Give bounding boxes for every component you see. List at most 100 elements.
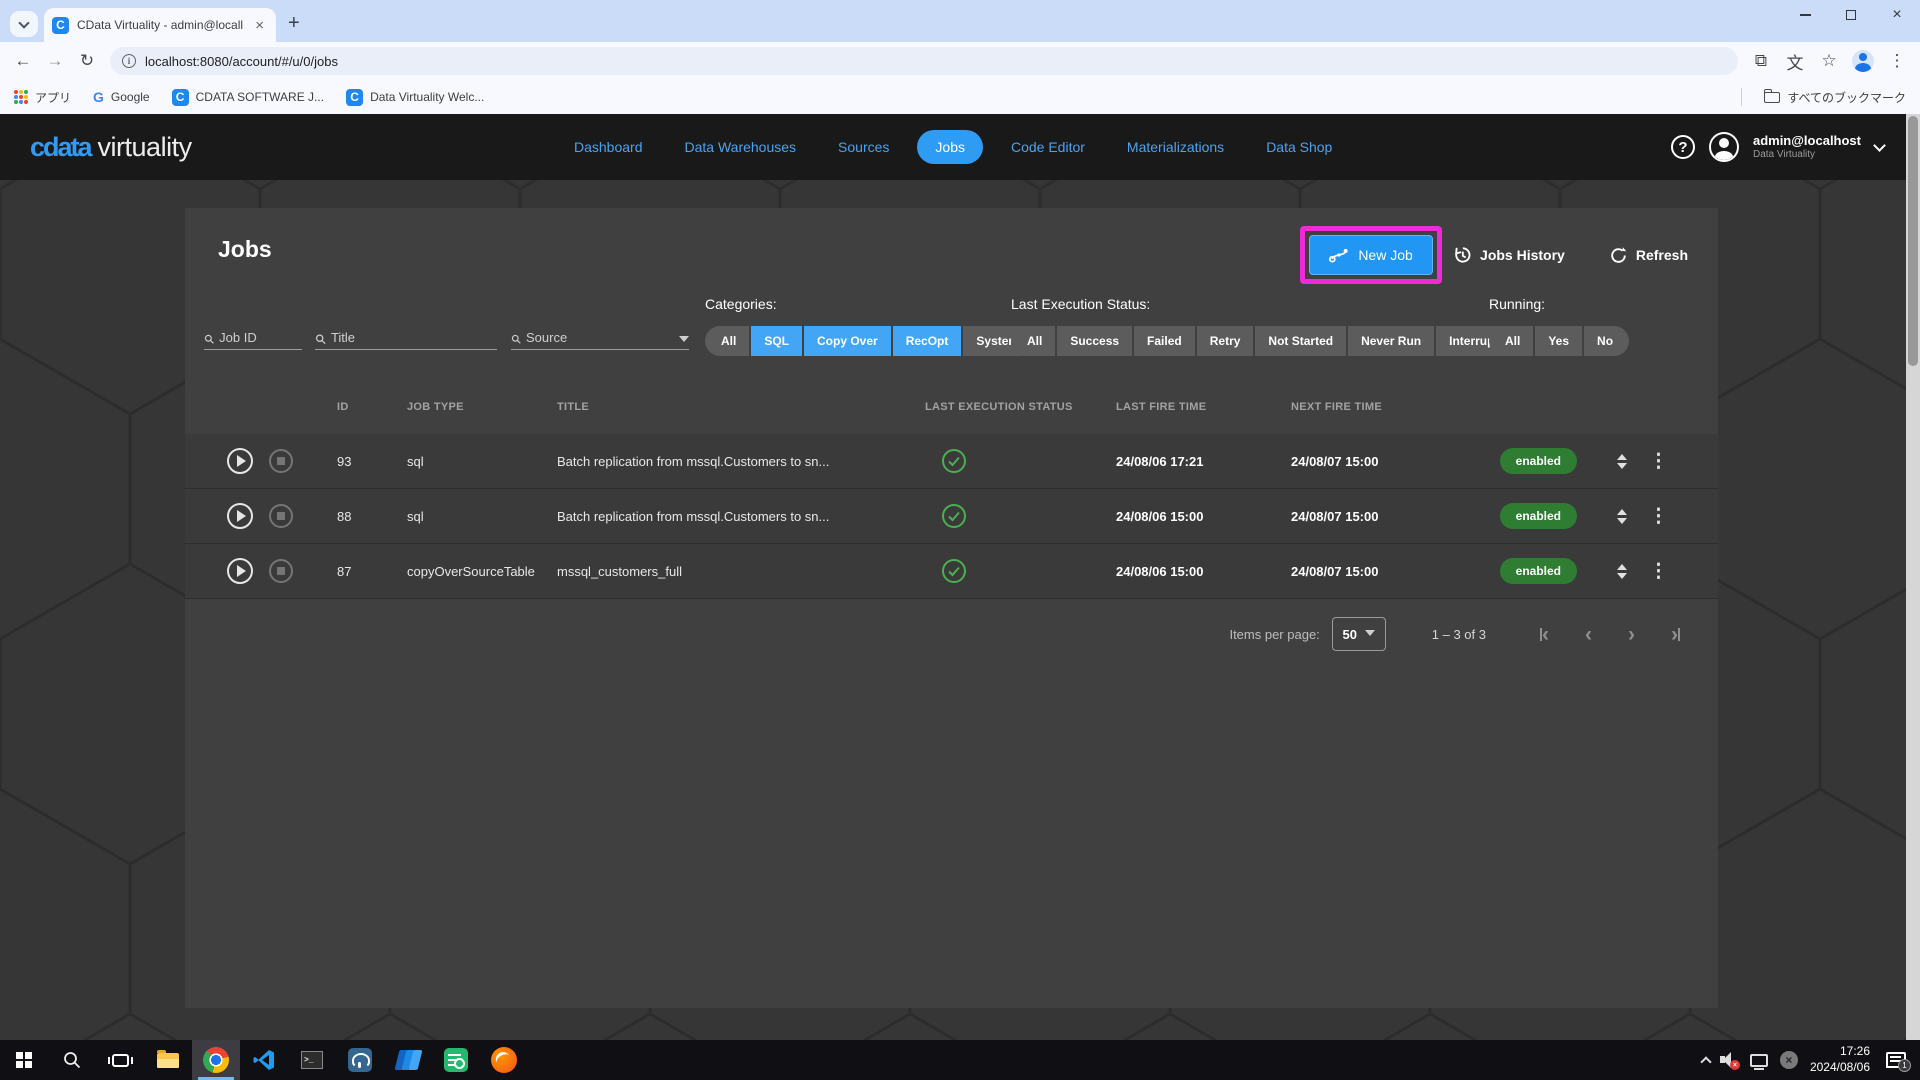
translate-icon[interactable]: 文 xyxy=(1780,46,1810,76)
row-menu-icon[interactable]: ⋮ xyxy=(1649,505,1677,528)
row-menu-icon[interactable]: ⋮ xyxy=(1649,560,1677,583)
close-window-button[interactable]: × xyxy=(1874,0,1920,30)
maximize-button[interactable] xyxy=(1828,0,1874,30)
speaker-muted-icon[interactable]: × xyxy=(1720,1052,1738,1068)
chevron-down-icon[interactable] xyxy=(1873,139,1886,152)
chip-les-success[interactable]: Success xyxy=(1057,326,1132,356)
bookmark-apps[interactable]: アプリ xyxy=(14,89,71,106)
stop-button[interactable] xyxy=(269,449,293,473)
tab-close-icon[interactable]: × xyxy=(251,16,268,35)
chip-running-all[interactable]: All xyxy=(1489,326,1533,356)
profile-button[interactable] xyxy=(1848,46,1878,76)
tab-search-button[interactable] xyxy=(10,11,38,37)
chip-all[interactable]: All xyxy=(705,326,749,356)
taskbar-clock[interactable]: 17:26 2024/08/06 xyxy=(1810,1044,1870,1075)
refresh-button[interactable]: Refresh xyxy=(1609,246,1688,265)
forward-button[interactable]: → xyxy=(40,46,70,76)
chip-les-all[interactable]: All xyxy=(1011,326,1055,356)
last-page-button[interactable]: › xyxy=(1671,624,1680,645)
nav-sources[interactable]: Sources xyxy=(824,131,903,163)
enabled-badge[interactable]: enabled xyxy=(1500,448,1577,474)
address-bar[interactable]: i localhost:8080/account/#/u/0/jobs xyxy=(110,47,1738,75)
bookmark-data-virtuality[interactable]: C Data Virtuality Welc... xyxy=(346,89,484,106)
title-input[interactable] xyxy=(331,330,497,345)
jobs-history-button[interactable]: Jobs History xyxy=(1452,245,1565,265)
all-bookmarks-button[interactable]: すべてのブックマーク xyxy=(1764,89,1906,106)
items-per-page-select[interactable]: 50 xyxy=(1332,617,1386,651)
title-filter[interactable] xyxy=(315,324,497,350)
chip-les-not-started[interactable]: Not Started xyxy=(1255,326,1346,356)
browser-tab[interactable]: C CData Virtuality - admin@locall × xyxy=(44,8,276,42)
page-scrollbar[interactable] xyxy=(1906,114,1920,1040)
chip-copy-over[interactable]: Copy Over xyxy=(804,326,891,356)
play-button[interactable] xyxy=(227,448,253,474)
refresh-icon xyxy=(1609,246,1628,265)
chip-recopt[interactable]: RecOpt xyxy=(893,326,962,356)
action-center-icon[interactable]: 1 xyxy=(1886,1052,1906,1068)
task-view-button[interactable] xyxy=(96,1040,144,1080)
bookmark-cdata-software[interactable]: C CDATA SOFTWARE J... xyxy=(172,89,324,106)
user-info[interactable]: admin@localhost Data Virtuality xyxy=(1753,133,1861,162)
nav-dashboard[interactable]: Dashboard xyxy=(560,131,657,163)
browser-menu-icon[interactable]: ⋮ xyxy=(1882,46,1912,76)
first-page-button[interactable]: ‹ xyxy=(1540,624,1549,645)
taskbar-search-button[interactable] xyxy=(48,1040,96,1080)
share-icon[interactable]: ⧉ xyxy=(1746,46,1776,76)
chrome-button[interactable] xyxy=(192,1040,240,1080)
start-button[interactable] xyxy=(0,1040,48,1080)
tray-app-icon[interactable]: × xyxy=(1780,1051,1798,1069)
site-info-icon[interactable]: i xyxy=(122,54,136,68)
url-text[interactable]: localhost:8080/account/#/u/0/jobs xyxy=(145,54,338,69)
help-icon[interactable]: ? xyxy=(1671,135,1695,159)
stop-button[interactable] xyxy=(269,504,293,528)
chip-les-never-run[interactable]: Never Run xyxy=(1348,326,1434,356)
sort-unfold-icon[interactable] xyxy=(1607,454,1637,469)
chip-les-retry[interactable]: Retry xyxy=(1197,326,1254,356)
source-select[interactable] xyxy=(526,330,674,345)
reload-button[interactable]: ↻ xyxy=(72,46,102,76)
nav-jobs[interactable]: Jobs xyxy=(917,130,983,164)
bookmark-google[interactable]: G Google xyxy=(93,89,150,105)
log-viewer-button[interactable] xyxy=(432,1040,480,1080)
vscode-icon xyxy=(252,1048,276,1072)
user-avatar-icon[interactable] xyxy=(1709,132,1739,162)
table-row: 88 sql Batch replication from mssql.Cust… xyxy=(185,489,1718,544)
tray-expand-icon[interactable] xyxy=(1700,1056,1711,1067)
pgadmin-button[interactable] xyxy=(336,1040,384,1080)
sort-unfold-icon[interactable] xyxy=(1607,564,1637,579)
nav-data-shop[interactable]: Data Shop xyxy=(1252,131,1346,163)
terminal-button[interactable]: >_ xyxy=(288,1040,336,1080)
new-job-button[interactable]: New Job xyxy=(1309,235,1433,275)
bookmark-star-icon[interactable]: ☆ xyxy=(1814,46,1844,76)
job-id-filter[interactable] xyxy=(204,324,302,350)
orange-app-button[interactable] xyxy=(480,1040,528,1080)
play-button[interactable] xyxy=(227,503,253,529)
nav-code-editor[interactable]: Code Editor xyxy=(997,131,1099,163)
nav-data-warehouses[interactable]: Data Warehouses xyxy=(671,131,811,163)
job-id-input[interactable] xyxy=(219,330,302,345)
back-button[interactable]: ← xyxy=(8,46,38,76)
logo-brand: cdata xyxy=(30,132,91,162)
header-last-fire-time: LAST FIRE TIME xyxy=(1041,401,1231,413)
network-icon[interactable] xyxy=(1750,1054,1768,1067)
layers-app-button[interactable] xyxy=(384,1040,432,1080)
file-explorer-button[interactable] xyxy=(144,1040,192,1080)
row-menu-icon[interactable]: ⋮ xyxy=(1649,450,1677,473)
chip-running-yes[interactable]: Yes xyxy=(1535,326,1582,356)
prev-page-button[interactable]: ‹ xyxy=(1585,624,1592,645)
next-page-button[interactable]: › xyxy=(1628,624,1635,645)
play-button[interactable] xyxy=(227,558,253,584)
stop-button[interactable] xyxy=(269,559,293,583)
new-tab-button[interactable]: + xyxy=(288,13,300,33)
enabled-badge[interactable]: enabled xyxy=(1500,558,1577,584)
chip-running-no[interactable]: No xyxy=(1584,326,1629,356)
sort-unfold-icon[interactable] xyxy=(1607,509,1637,524)
minimize-button[interactable] xyxy=(1782,0,1828,30)
source-filter[interactable] xyxy=(511,324,689,350)
nav-materializations[interactable]: Materializations xyxy=(1113,131,1238,163)
enabled-badge[interactable]: enabled xyxy=(1500,503,1577,529)
vscode-button[interactable] xyxy=(240,1040,288,1080)
chip-les-failed[interactable]: Failed xyxy=(1134,326,1195,356)
chip-sql[interactable]: SQL xyxy=(751,326,802,356)
scrollbar-thumb[interactable] xyxy=(1908,116,1918,366)
